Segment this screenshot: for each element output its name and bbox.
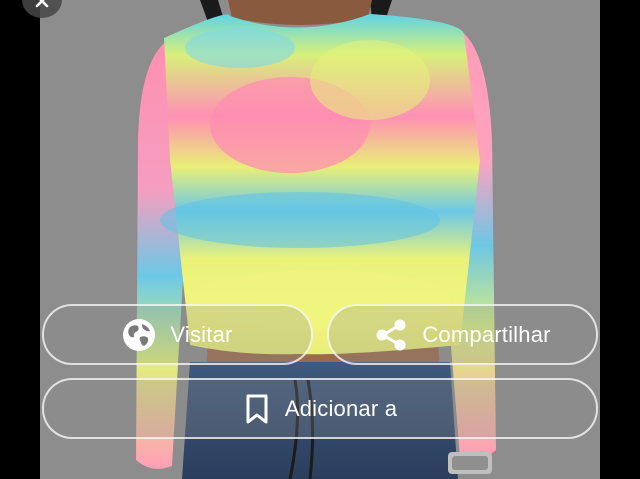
pin-closeup-viewer: Visitar Compartilhar Adicionar a: [0, 0, 640, 479]
share-icon: [374, 318, 408, 352]
add-label: Adicionar a: [284, 395, 398, 421]
bookmark-icon: [243, 393, 271, 425]
globe-icon: [122, 318, 156, 352]
close-icon: [35, 0, 49, 8]
add-to-board-button[interactable]: Adicionar a: [42, 378, 598, 439]
visit-button[interactable]: Visitar: [42, 304, 313, 365]
share-button[interactable]: Compartilhar: [327, 304, 598, 365]
share-label: Compartilhar: [422, 321, 551, 347]
visit-label: Visitar: [170, 321, 233, 347]
